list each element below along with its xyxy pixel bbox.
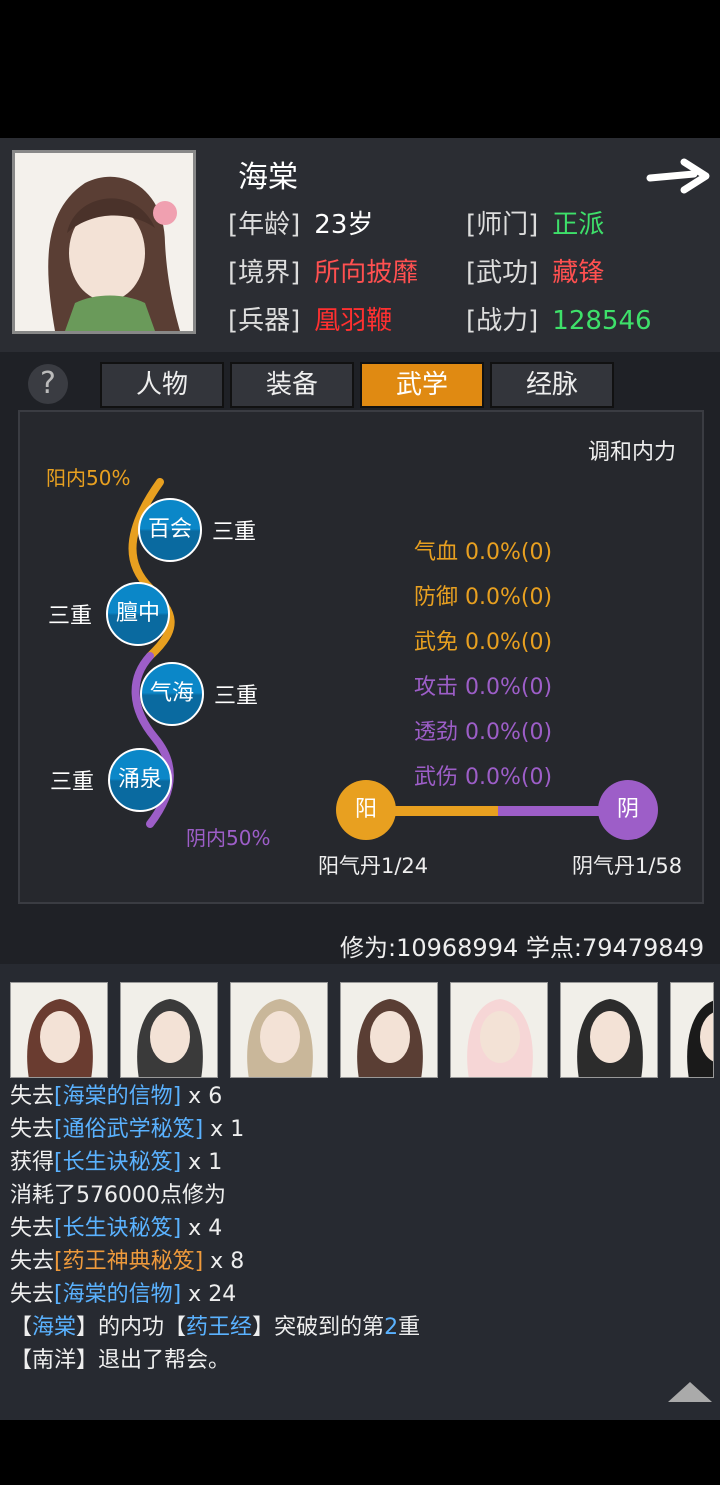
acupoint-node[interactable]: 膻中 (106, 582, 170, 646)
log-item-link[interactable]: [海棠的信物] (54, 1282, 181, 1307)
acupoint-level: 三重 (214, 684, 259, 709)
log-text: 失去 (10, 1216, 55, 1241)
info-value: 正派 (552, 210, 605, 240)
bonus-stat: 气血 0.0%(0) (414, 540, 553, 565)
character-thumbnail[interactable] (230, 982, 328, 1078)
info-row: [境界] 所向披靡 (228, 252, 418, 289)
yang-pill-label: 阳气丹1/24 (318, 854, 429, 878)
character-thumbnail[interactable] (10, 982, 108, 1078)
log-line: 【海棠】的内功【药王经】突破到的第2重 (10, 1309, 420, 1341)
info-value: 所向披靡 (314, 258, 419, 288)
log-text: 失去 (10, 1282, 55, 1307)
acupoint-level: 三重 (48, 604, 93, 629)
log-text: 消耗了576000点修为 (10, 1183, 226, 1208)
log-text: x 8 (203, 1249, 245, 1274)
log-line: 失去[通俗武学秘笈] x 1 (10, 1111, 244, 1143)
tab-3[interactable]: 经脉 (490, 362, 614, 408)
log-item-link[interactable]: 药王经 (186, 1315, 252, 1340)
bonus-stat: 防御 0.0%(0) (414, 585, 553, 610)
log-item-link[interactable]: 海棠 (32, 1315, 76, 1340)
log-text: 】的内功【 (76, 1315, 187, 1340)
acupoint-level: 三重 (50, 770, 95, 795)
log-line: 失去[长生诀秘笈] x 4 (10, 1210, 222, 1242)
info-label: [境界] (228, 258, 301, 288)
info-row: [战力] 128546 (466, 300, 652, 337)
info-value: 藏锋 (552, 258, 605, 288)
log-line: 失去[海棠的信物] x 24 (10, 1276, 236, 1308)
log-item-link[interactable]: [长生诀秘笈] (54, 1216, 181, 1241)
log-line: 【南洋】退出了帮会。 (10, 1342, 230, 1374)
info-value: 凰羽鞭 (314, 306, 393, 336)
yin-internal-label: 阴内50% (186, 826, 271, 850)
info-row: [武功] 藏锋 (466, 252, 604, 289)
cultivation-points: 修为:10968994 学点:79479849 (340, 934, 705, 962)
info-label: [师门] (466, 210, 539, 240)
yin-yang-bar (366, 806, 630, 816)
yin-pill-icon[interactable]: 阴 (598, 780, 658, 840)
bonus-stat: 攻击 0.0%(0) (414, 675, 553, 700)
log-line: 失去[药王神典秘笈] x 8 (10, 1243, 244, 1275)
log-item-link[interactable]: [通俗武学秘笈] (54, 1117, 203, 1142)
log-line: 消耗了576000点修为 (10, 1177, 226, 1209)
character-thumbnail[interactable] (120, 982, 218, 1078)
log-line: 失去[海棠的信物] x 6 (10, 1078, 222, 1110)
info-label: [年龄] (228, 210, 301, 240)
log-text: x 1 (203, 1117, 245, 1142)
character-name: 海棠 (238, 160, 298, 195)
info-row: [年龄] 23岁 (228, 204, 373, 241)
log-item-link[interactable]: [海棠的信物] (54, 1084, 181, 1109)
log-text: 失去 (10, 1249, 55, 1274)
yin-pill-label: 阴气丹1/58 (572, 854, 683, 878)
log-text: 重 (398, 1315, 421, 1340)
acupoint-node[interactable]: 百会 (138, 498, 202, 562)
log-line: 获得[长生诀秘笈] x 1 (10, 1144, 222, 1176)
log-text: 获得 (10, 1150, 55, 1175)
reconcile-button[interactable]: 调和内力 (588, 434, 676, 466)
scroll-up-icon[interactable] (668, 1382, 712, 1402)
log-item-link[interactable]: [药王神典秘笈] (54, 1249, 203, 1274)
bonus-stat: 武免 0.0%(0) (414, 630, 553, 655)
acupoint-node[interactable]: 气海 (140, 662, 204, 726)
character-portrait[interactable] (12, 150, 196, 334)
tab-0[interactable]: 人物 (100, 362, 224, 408)
bonus-stat: 武伤 0.0%(0) (414, 765, 553, 790)
tab-1[interactable]: 装备 (230, 362, 354, 408)
tab-2[interactable]: 武学 (360, 362, 484, 408)
next-arrow-icon[interactable] (646, 156, 712, 196)
character-thumbnail[interactable] (560, 982, 658, 1078)
info-row: [兵器] 凰羽鞭 (228, 300, 392, 337)
bonus-stat: 透劲 0.0%(0) (414, 720, 553, 745)
info-value: 128546 (552, 306, 652, 336)
character-thumbnail[interactable] (670, 982, 714, 1078)
log-item-link[interactable]: [长生诀秘笈] (54, 1150, 181, 1175)
log-text: x 1 (181, 1150, 223, 1175)
log-text: 【南洋】退出了帮会。 (10, 1348, 231, 1373)
log-text: x 4 (181, 1216, 223, 1241)
log-text: x 6 (181, 1084, 223, 1109)
acupoint-node[interactable]: 涌泉 (108, 748, 172, 812)
info-label: [武功] (466, 258, 539, 288)
character-header: 海棠 [年龄] 23岁 [师门] 正派 [境界] 所向披靡 [武功] 藏锋 [兵器] 凰羽鞭 [战力… (0, 138, 720, 352)
character-thumbnail[interactable] (450, 982, 548, 1078)
log-text: 失去 (10, 1084, 55, 1109)
yang-pill-icon[interactable]: 阳 (336, 780, 396, 840)
log-item-link[interactable]: 2 (384, 1315, 398, 1340)
info-label: [兵器] (228, 306, 301, 336)
log-text: x 24 (181, 1282, 237, 1307)
info-label: [战力] (466, 306, 539, 336)
acupoint-level: 三重 (212, 520, 257, 545)
log-text: 失去 (10, 1117, 55, 1142)
info-value: 23岁 (314, 210, 374, 240)
help-icon[interactable]: ? (28, 364, 68, 404)
log-text: 】突破到的第 (252, 1315, 385, 1340)
character-thumbnail[interactable] (340, 982, 438, 1078)
log-text: 【 (10, 1315, 33, 1340)
yang-internal-label: 阳内50% (46, 466, 131, 490)
info-row: [师门] 正派 (466, 204, 604, 241)
